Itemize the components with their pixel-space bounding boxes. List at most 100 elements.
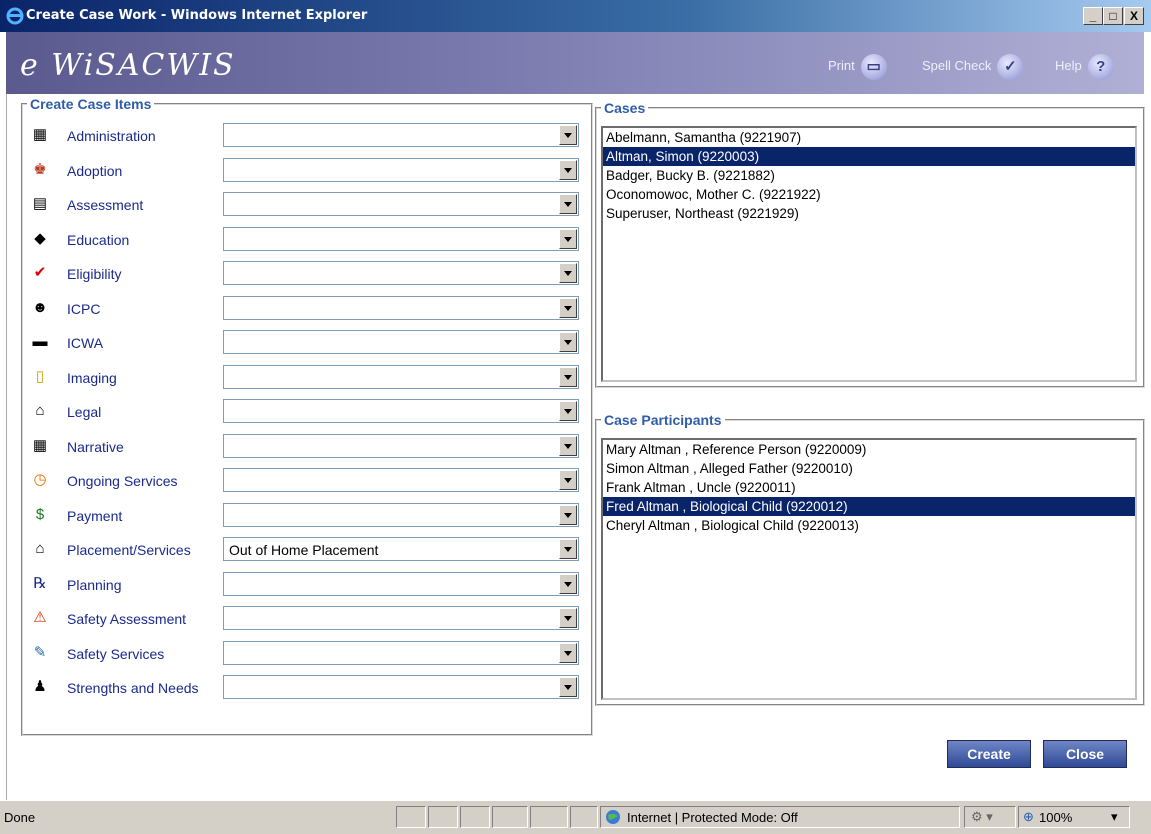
maximize-button[interactable]: □	[1103, 7, 1123, 25]
create-item-select[interactable]	[223, 571, 579, 596]
list-item[interactable]: Simon Altman , Alleged Father (9220010)	[603, 459, 1135, 478]
image-icon: ▯	[35, 367, 45, 385]
create-item-select[interactable]	[223, 364, 579, 389]
minimize-button[interactable]: _	[1083, 7, 1103, 25]
create-item-row: ♚ Adoption	[23, 157, 583, 185]
close-window-button[interactable]: X	[1124, 7, 1144, 25]
dropdown-arrow-icon[interactable]	[559, 366, 577, 387]
create-item-select[interactable]	[223, 261, 579, 285]
status-segment	[428, 806, 458, 828]
spell-check-icon: ✓	[997, 53, 1024, 80]
create-item-label: Imaging	[67, 369, 117, 386]
create-item-select[interactable]	[223, 433, 579, 458]
create-item-row: ▯ Imaging	[23, 364, 583, 392]
create-item-row: ▤ Assessment	[23, 191, 583, 219]
cases-legend: Cases	[604, 100, 646, 116]
create-item-label: ICPC	[67, 300, 101, 317]
pencil-icon: ✎	[33, 643, 47, 661]
print-button[interactable]: Print ▭	[828, 52, 887, 80]
create-item-select[interactable]	[223, 226, 579, 251]
create-item-select[interactable]	[223, 157, 579, 182]
dropdown-arrow-icon[interactable]	[559, 332, 577, 352]
feather-icon: ▬	[32, 333, 48, 350]
dropdown-arrow-icon[interactable]	[559, 297, 577, 318]
create-item-row: ♟ Strengths and Needs	[23, 674, 583, 702]
create-item-row: ▦ Administration	[23, 122, 583, 150]
main-content: Create Case Items ▦ Administration ♚ Adopti…	[6, 94, 1145, 800]
zoom-segment[interactable]: ⊕ 100% ▾	[1018, 806, 1130, 828]
app-header: e WiSACWIS Print ▭ Spell Check ✓ Help?	[6, 32, 1144, 94]
list-item[interactable]: Altman, Simon (9220003)	[603, 147, 1135, 166]
dropdown-arrow-icon[interactable]	[559, 435, 577, 456]
status-segment	[460, 806, 490, 828]
dropdown-arrow-icon[interactable]	[559, 677, 577, 697]
create-item-label: Assessment	[67, 197, 144, 213]
dropdown-arrow-icon[interactable]	[559, 401, 577, 421]
dropdown-arrow-icon[interactable]	[559, 470, 577, 490]
dollar-icon: $	[35, 505, 45, 523]
create-button[interactable]: Create	[947, 740, 1031, 768]
zone-text: Internet | Protected Mode: Off	[627, 810, 798, 825]
dropdown-arrow-icon[interactable]	[559, 194, 577, 214]
print-label: Print	[828, 58, 855, 73]
list-item[interactable]: Oconomowoc, Mother C. (9221922)	[603, 185, 1135, 204]
list-item[interactable]: Cheryl Altman , Biological Child (922001…	[603, 516, 1135, 535]
spell-check-label: Spell Check	[922, 58, 992, 73]
create-item-row: ℞ Planning	[23, 571, 583, 599]
status-segment	[530, 806, 568, 828]
create-item-select[interactable]	[223, 295, 579, 320]
zone-segment[interactable]: Internet | Protected Mode: Off	[600, 806, 960, 828]
spell-check-button[interactable]: Spell Check ✓	[922, 52, 1024, 80]
printer-icon: ▭	[860, 53, 887, 80]
create-item-row: ⌂ Legal	[23, 398, 583, 426]
close-button[interactable]: Close	[1043, 740, 1127, 768]
create-item-label: Legal	[67, 404, 102, 420]
create-item-label: Adoption	[67, 162, 123, 179]
help-icon: ?	[1087, 53, 1114, 80]
create-item-select[interactable]	[223, 502, 579, 527]
create-item-select[interactable]	[223, 606, 579, 630]
dropdown-arrow-icon[interactable]	[559, 159, 577, 180]
dropdown-arrow-icon[interactable]	[559, 504, 577, 525]
create-item-select[interactable]: Out of Home Placement	[223, 537, 579, 561]
create-item-row: ◷ Ongoing Services	[23, 467, 583, 495]
warning-icon: ⚠	[33, 609, 47, 626]
case-participants-legend: Case Participants	[604, 412, 722, 428]
internet-explorer-icon	[6, 7, 24, 25]
list-item[interactable]: Superuser, Northeast (9221929)	[603, 204, 1135, 223]
list-item[interactable]: Mary Altman , Reference Person (9220009)	[603, 440, 1135, 459]
list-item[interactable]: Abelmann, Samantha (9221907)	[603, 128, 1135, 147]
zoom-level: 100%	[1039, 810, 1073, 825]
create-item-row: ✎ Safety Services	[23, 640, 583, 668]
cases-listbox[interactable]: Abelmann, Samantha (9221907) Altman, Simo…	[601, 126, 1137, 382]
create-item-row: ◆ Education	[23, 226, 583, 254]
dropdown-arrow-icon[interactable]	[559, 263, 577, 283]
create-item-label: Planning	[67, 576, 122, 593]
create-item-label: Placement/Services	[67, 542, 191, 558]
security-segment[interactable]: ⚙ ▾	[964, 806, 1016, 828]
list-item[interactable]: Fred Altman , Biological Child (9220012)	[603, 497, 1135, 516]
create-item-select[interactable]	[223, 123, 579, 147]
case-participants-listbox[interactable]: Mary Altman , Reference Person (9220009)…	[601, 438, 1137, 700]
dropdown-arrow-icon[interactable]	[559, 642, 577, 663]
list-item[interactable]: Badger, Bucky B. (9221882)	[603, 166, 1135, 185]
dropdown-arrow-icon[interactable]	[559, 125, 577, 145]
create-item-label: Strengths and Needs	[67, 680, 199, 696]
create-item-row: ⌂ Placement/Services Out of Home Placement	[23, 536, 583, 564]
create-item-select[interactable]	[223, 468, 579, 492]
create-item-select[interactable]	[223, 330, 579, 354]
create-item-label: Payment	[67, 507, 123, 524]
create-item-label: Safety Assessment	[67, 611, 187, 627]
create-item-select[interactable]	[223, 192, 579, 216]
dropdown-arrow-icon[interactable]	[559, 539, 577, 559]
list-item[interactable]: Frank Altman , Uncle (9220011)	[603, 478, 1135, 497]
zoom-dropdown-icon: ▾	[1111, 809, 1118, 824]
dropdown-arrow-icon[interactable]	[559, 608, 577, 628]
help-button[interactable]: Help?	[1055, 52, 1114, 80]
dropdown-arrow-icon[interactable]	[559, 228, 577, 249]
dropdown-arrow-icon[interactable]	[559, 573, 577, 594]
create-item-select[interactable]	[223, 399, 579, 423]
create-item-select[interactable]	[223, 675, 579, 699]
rx-icon: ℞	[33, 574, 47, 592]
create-item-select[interactable]	[223, 640, 579, 665]
